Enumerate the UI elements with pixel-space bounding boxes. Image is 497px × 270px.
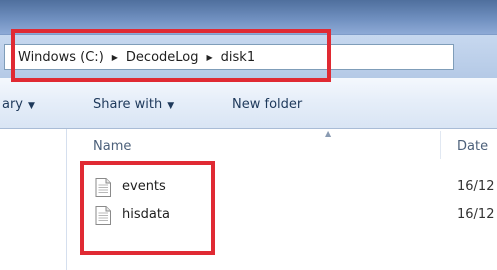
column-divider[interactable]	[440, 131, 441, 159]
address-highlight-box	[11, 29, 331, 82]
include-in-library-label: ary	[2, 97, 24, 112]
dropdown-arrow-icon: ▼	[167, 101, 175, 111]
file-date: 16/12	[457, 207, 495, 222]
command-toolbar: ary ▼ Share with ▼ New folder	[0, 78, 497, 129]
files-highlight-box	[80, 161, 215, 255]
include-in-library-button[interactable]: ary ▼	[2, 97, 35, 112]
file-date: 16/12	[457, 179, 495, 194]
dropdown-arrow-icon: ▼	[28, 101, 35, 111]
share-with-button[interactable]: Share with ▼	[93, 97, 174, 112]
column-header-row: ▲ Name Date	[67, 129, 497, 160]
share-with-label: Share with	[93, 97, 163, 112]
sort-ascending-icon: ▲	[325, 129, 332, 138]
new-folder-label: New folder	[232, 97, 303, 112]
column-header-name[interactable]: Name	[93, 139, 131, 154]
navigation-pane[interactable]	[0, 129, 67, 270]
column-header-date[interactable]: Date	[457, 139, 488, 154]
new-folder-button[interactable]: New folder	[232, 97, 302, 112]
